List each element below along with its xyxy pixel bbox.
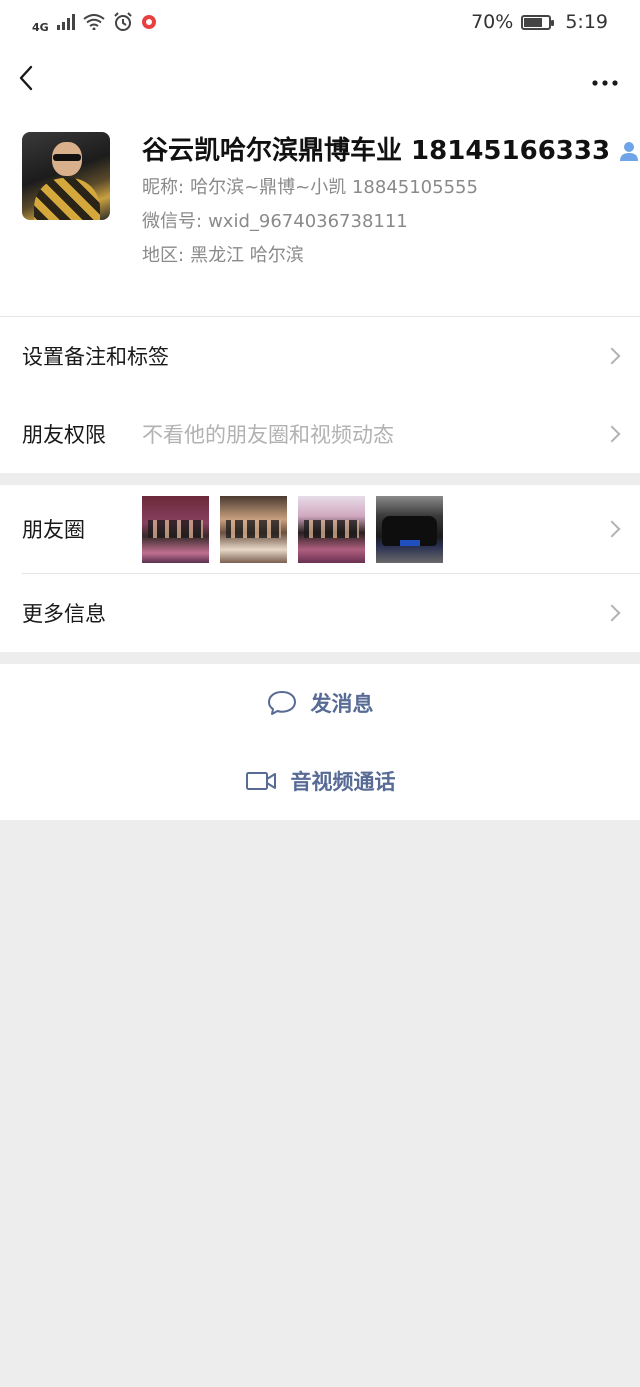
chevron-right-icon	[603, 604, 621, 622]
chevron-right-icon	[603, 347, 621, 365]
video-call-label: 音视频通话	[290, 770, 396, 794]
settings-section: 设置备注和标签 朋友权限 不看他的朋友圈和视频动态	[0, 317, 640, 473]
back-button[interactable]	[18, 58, 42, 98]
friend-permission-row[interactable]: 朋友权限 不看他的朋友圈和视频动态	[0, 395, 640, 473]
moments-row[interactable]: 朋友圈	[0, 485, 640, 573]
moments-photo	[376, 495, 443, 563]
contact-person-icon	[620, 142, 639, 161]
moments-photo	[142, 495, 209, 563]
remark-tags-row[interactable]: 设置备注和标签	[0, 317, 640, 395]
actions-section: 发消息 音视频通话	[0, 664, 640, 820]
chevron-right-icon	[603, 425, 621, 443]
app-notification-icon	[141, 15, 156, 29]
status-bar: 4G 70% 5:19	[0, 0, 640, 44]
region-line: 地区: 黑龙江 哈尔滨	[142, 239, 640, 272]
section-gap	[0, 652, 640, 664]
friend-permission-value: 不看他的朋友圈和视频动态	[142, 423, 394, 447]
wifi-icon	[83, 14, 105, 30]
wechat-id-line: 微信号: wxid_9674036738111	[142, 205, 640, 238]
video-call-button[interactable]: 音视频通话	[0, 742, 640, 820]
remark-tags-label: 设置备注和标签	[22, 345, 169, 369]
video-camera-icon	[245, 772, 276, 790]
chat-bubble-icon	[267, 691, 296, 715]
chevron-right-icon	[603, 520, 621, 538]
nickname-line: 昵称: 哈尔滨~鼎博~小凯 18845105555	[142, 171, 640, 204]
contact-name: 谷云凯哈尔滨鼎博车业 18145166333	[142, 136, 611, 166]
avatar[interactable]	[22, 132, 110, 220]
wechat-id-label: 微信号:	[142, 211, 203, 232]
network-label: 4G	[32, 20, 49, 34]
profile-card: 谷云凯哈尔滨鼎博车业 18145166333 昵称: 哈尔滨~鼎博~小凯 1884…	[0, 112, 640, 317]
alarm-icon	[113, 12, 132, 31]
region-value: 黑龙江 哈尔滨	[190, 245, 304, 266]
signal-icon	[56, 14, 75, 30]
region-label: 地区:	[142, 245, 185, 266]
moments-photo	[220, 495, 287, 563]
wechat-id-value: wxid_9674036738111	[208, 211, 408, 232]
moments-label: 朋友圈	[22, 518, 85, 542]
send-message-label: 发消息	[310, 692, 374, 716]
back-arrow-icon	[19, 65, 33, 91]
more-info-row[interactable]: 更多信息	[0, 574, 640, 652]
battery-percent: 70%	[471, 11, 514, 33]
more-button[interactable]	[592, 65, 618, 91]
more-info-label: 更多信息	[22, 602, 106, 626]
moments-thumbnails	[142, 495, 443, 563]
friend-permission-label: 朋友权限	[22, 423, 106, 447]
battery-icon	[521, 14, 555, 30]
status-time: 5:19	[565, 11, 608, 33]
nickname-label: 昵称:	[142, 177, 185, 198]
info-section: 朋友圈 更多信息	[0, 485, 640, 652]
nav-bar	[0, 44, 640, 112]
nickname-value: 哈尔滨~鼎博~小凯 18845105555	[190, 177, 478, 198]
more-dots-icon	[592, 80, 618, 86]
moments-photo	[298, 495, 365, 563]
section-gap	[0, 473, 640, 485]
send-message-button[interactable]: 发消息	[0, 664, 640, 742]
